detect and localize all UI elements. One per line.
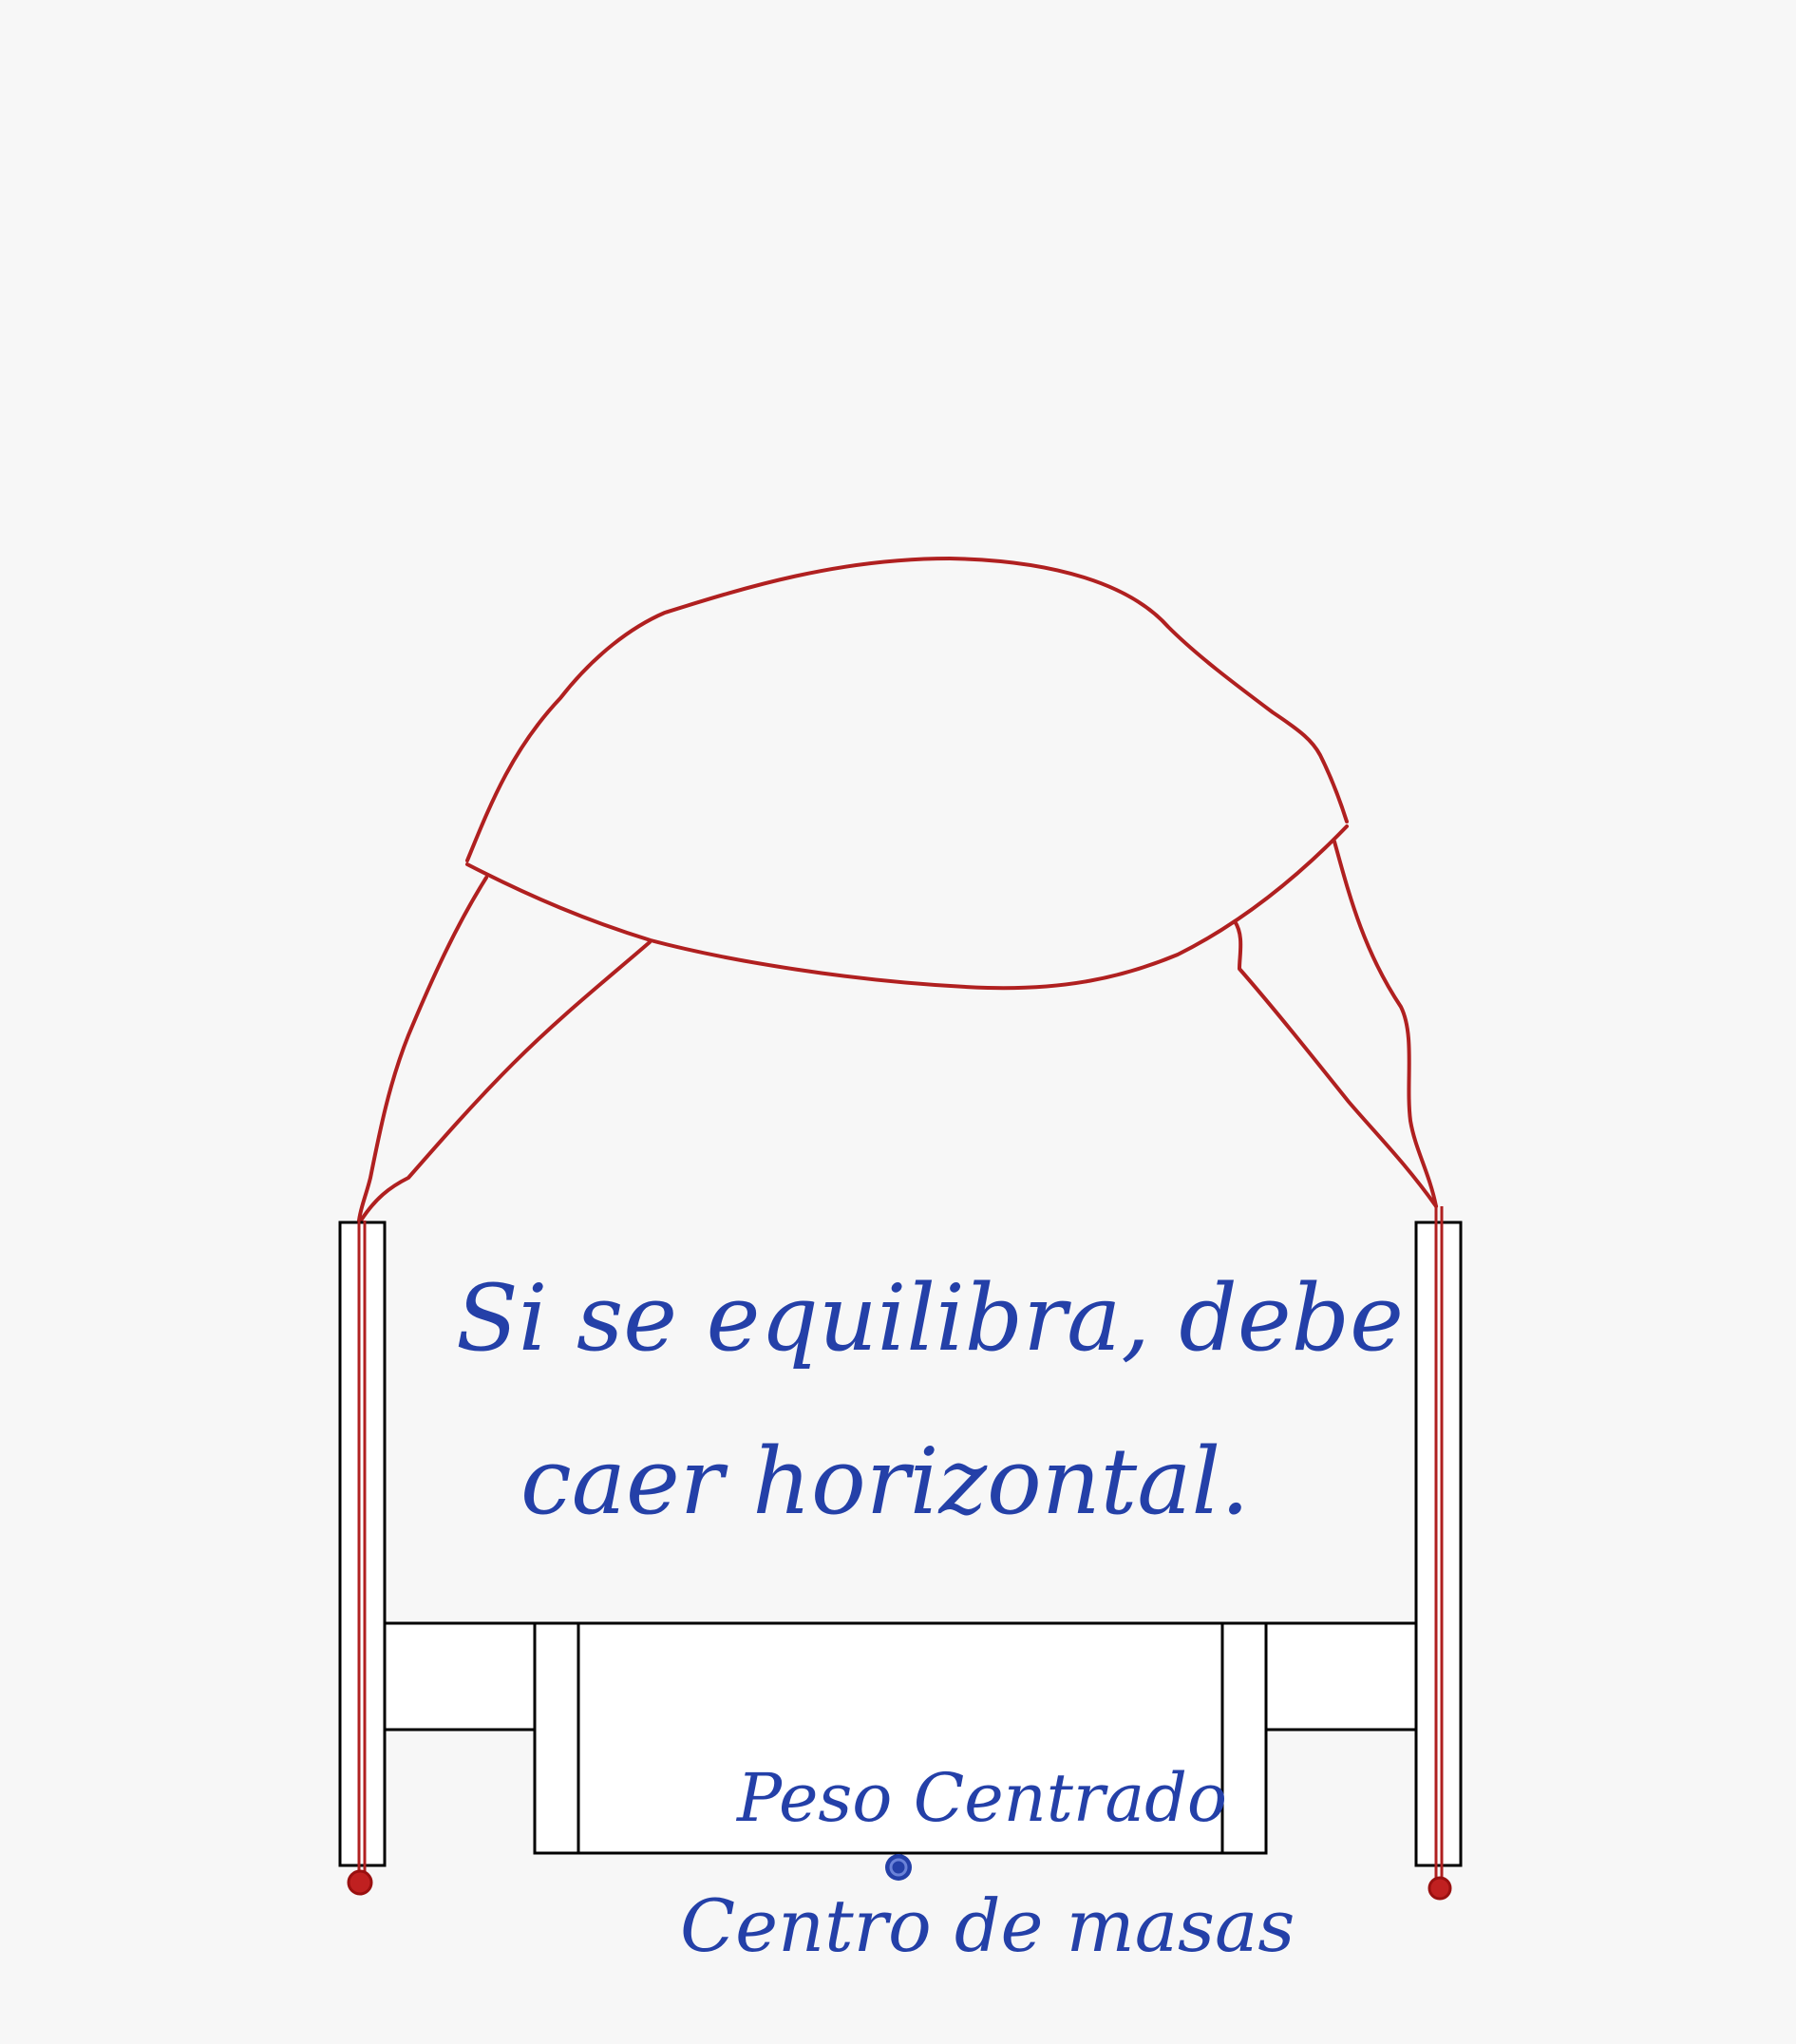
note-horizontal: caer horizontal. bbox=[520, 1429, 1250, 1535]
sling-bottom-outline bbox=[465, 824, 1349, 991]
bar-left bbox=[383, 1621, 537, 1732]
center-of-mass-dot bbox=[885, 1854, 912, 1881]
note-weight-centered: Peso Centrado bbox=[737, 1759, 1228, 1837]
center-of-mass-marker bbox=[885, 1854, 912, 1881]
rope-right-inner bbox=[1233, 919, 1438, 1208]
rope-right-outer bbox=[1333, 840, 1438, 1208]
note-center-of-mass: Centro de masas bbox=[680, 1883, 1295, 1968]
post-right bbox=[1414, 1221, 1463, 1867]
bar-right bbox=[1264, 1621, 1418, 1732]
knot-right bbox=[1427, 1876, 1452, 1901]
rope-left-inner bbox=[359, 940, 652, 1222]
note-equilibrium: Si se equilibra, debe bbox=[456, 1265, 1404, 1372]
diagram-canvas bbox=[338, 557, 1463, 1901]
suspension-sling bbox=[357, 557, 1438, 1222]
post-left bbox=[338, 1221, 387, 1867]
rope-left-outer bbox=[357, 876, 488, 1222]
sling-top-outline bbox=[465, 557, 1349, 862]
knot-left bbox=[347, 1869, 373, 1896]
